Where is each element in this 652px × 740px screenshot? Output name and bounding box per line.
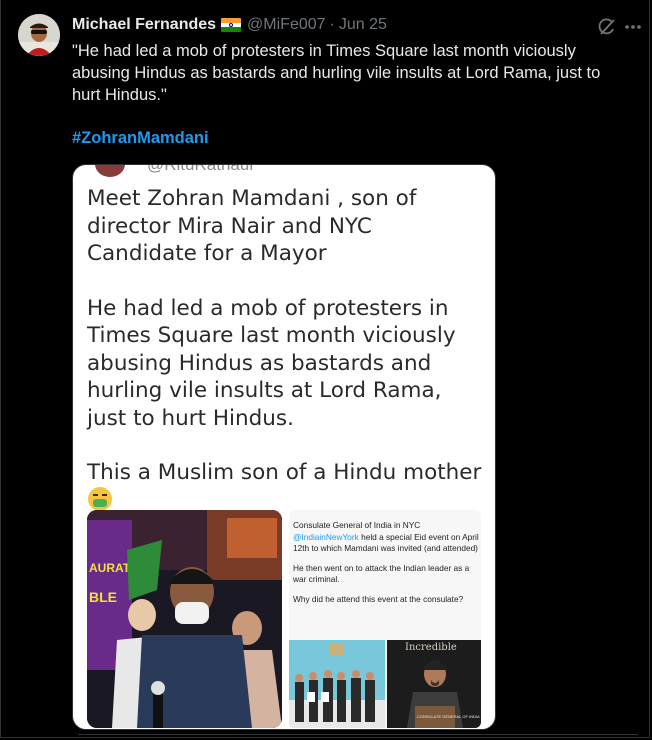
author-name[interactable]: Michael Fernandes [72,16,216,34]
consulate-mention: @IndiainNewYork [293,531,359,542]
nauseated-face-icon [88,486,112,511]
protest-video-thumbnail: AURAT BLE [87,510,282,728]
svg-text:AURAT: AURAT [89,561,131,575]
svg-text:BLE: BLE [89,589,117,605]
next-item-border [78,734,638,735]
consulate-post-screenshot: Consulate General of India in NYC @Indiai… [289,510,481,728]
tweet-header: Michael Fernandes @MiFe007 · Jun 25 [72,14,387,36]
consulate-group-photo [289,640,385,728]
embedded-avatar [95,165,125,177]
author-avatar[interactable] [18,14,60,56]
embedded-handle: @RituRathaur [147,164,255,174]
embedded-text: Meet Zohran Mamdani , son of director Mi… [87,185,482,514]
svg-text:CONSULATE GENERAL OF INDIA: CONSULATE GENERAL OF INDIA [417,714,480,719]
embedded-paragraph-3-wrap: This a Muslim son of a Hindu mother [87,459,482,514]
author-handle[interactable]: @MiFe007 [247,16,326,34]
consulate-post-text: Consulate General of India in NYC @Indiai… [293,520,479,613]
embedded-paragraph-3: This a Muslim son of a Hindu mother [87,460,482,485]
separator-dot: · [329,16,335,33]
speaker-photo: Incredible CONSULATE GENERAL OF INDIA [387,640,481,728]
consulate-line2: He then went on to attack the Indian lea… [293,562,470,585]
hashtag-link[interactable]: #ZohranMamdani [72,129,209,148]
consulate-line3: Why did he attend this event at the cons… [293,593,464,604]
tweet-text: "He had led a mob of protesters in Times… [72,42,601,104]
embedded-header: @RituRathaur [73,165,495,179]
grok-icon[interactable] [596,16,618,38]
india-flag-icon [221,18,242,32]
embedded-paragraph-2: He had led a mob of protesters in Times … [87,295,456,431]
embedded-paragraph-1: Meet Zohran Mamdani , son of director Mi… [87,186,417,266]
tweet-date[interactable]: Jun 25 [339,16,387,34]
more-icon[interactable] [622,16,644,38]
tweet-media-image[interactable]: @RituRathaur Meet Zohran Mamdani , son o… [72,164,496,730]
consulate-line1-prefix: Consulate General of India in NYC [293,520,421,530]
